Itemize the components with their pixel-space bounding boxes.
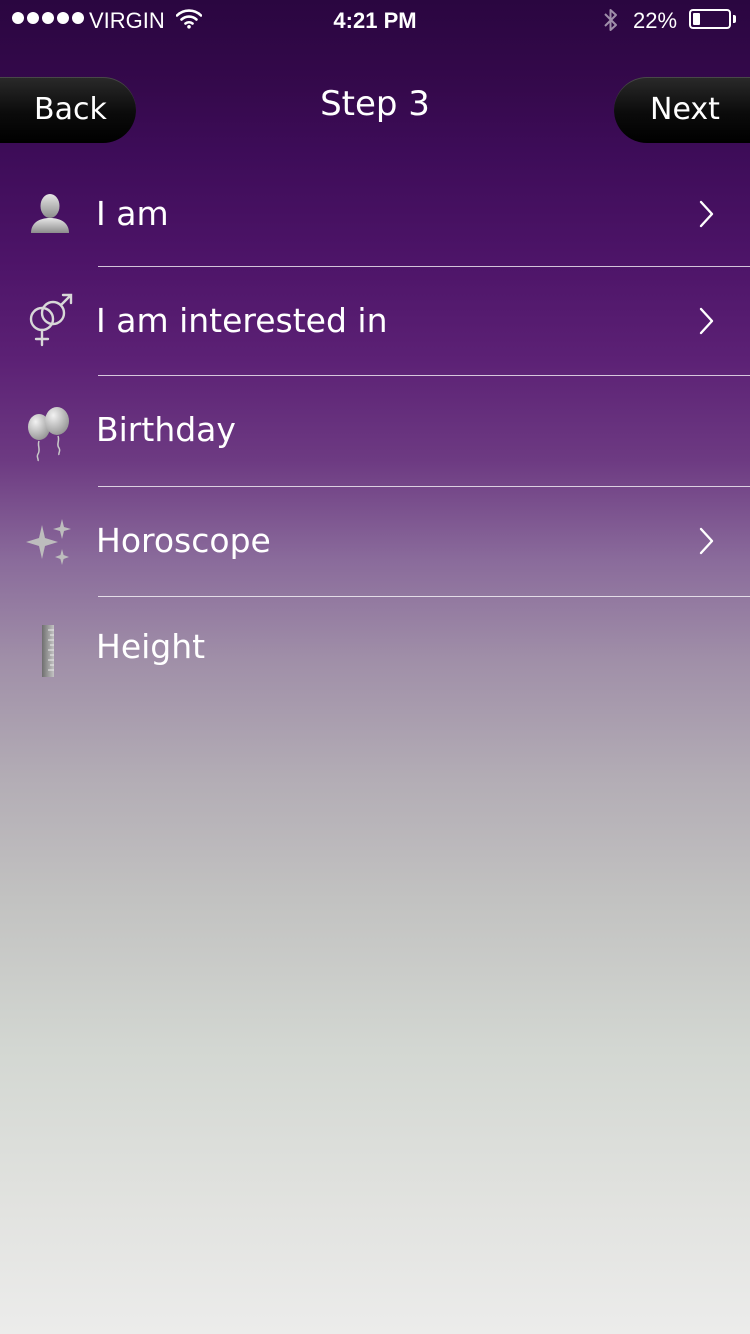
row-label-height: Height	[96, 627, 206, 666]
chevron-right-icon	[696, 199, 718, 229]
person-icon	[22, 187, 78, 243]
balloons-icon	[22, 404, 78, 462]
sparkles-icon	[22, 515, 78, 571]
battery-percentage: 22%	[633, 8, 678, 33]
chevron-right-icon	[696, 526, 718, 556]
row-label-birthday: Birthday	[96, 410, 236, 449]
next-button-label: Next	[650, 92, 720, 127]
row-horoscope[interactable]: Horoscope	[0, 487, 750, 596]
battery-level-fill	[693, 13, 700, 25]
row-label-i-am: I am	[96, 194, 169, 233]
gender-symbols-icon	[22, 290, 78, 347]
bluetooth-icon	[601, 7, 621, 39]
chevron-right-icon	[696, 306, 718, 336]
battery-icon	[689, 9, 731, 29]
row-height[interactable]: Height	[0, 597, 750, 705]
ruler-icon	[22, 623, 78, 679]
row-label-interested-in: I am interested in	[96, 301, 388, 340]
battery-nub	[733, 15, 736, 23]
row-interested-in[interactable]: I am interested in	[0, 267, 750, 375]
row-birthday[interactable]: Birthday	[0, 376, 750, 486]
status-bar: VIRGIN 4:21 PM 22%	[0, 0, 750, 40]
next-button[interactable]: Next	[614, 77, 750, 143]
row-i-am[interactable]: I am	[0, 160, 750, 267]
row-label-horoscope: Horoscope	[96, 521, 271, 560]
